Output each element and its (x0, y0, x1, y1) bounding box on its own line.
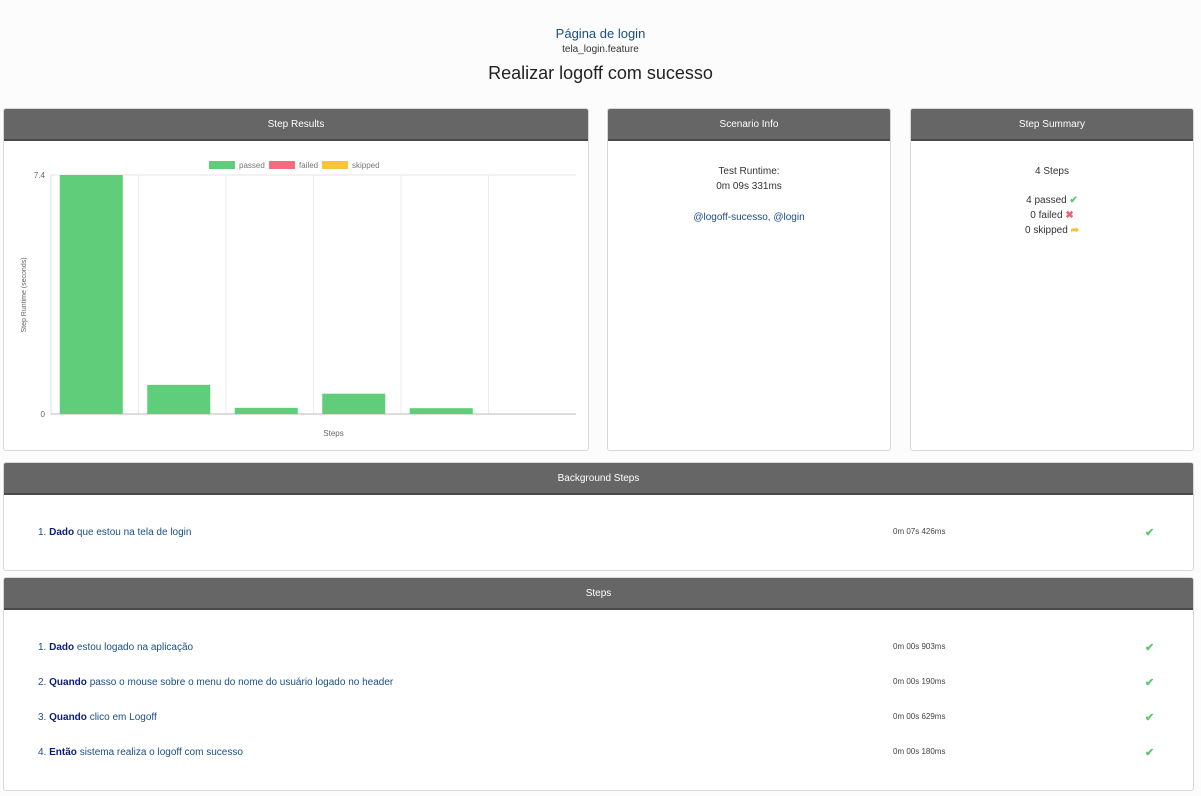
check-icon: ✔ (1145, 747, 1155, 759)
bar-step-5 (409, 408, 473, 414)
step-keyword: Quando (49, 677, 87, 688)
legend-swatch-failed (269, 161, 295, 169)
step-text: clico em Logoff (89, 712, 157, 723)
step-number: 3. (38, 712, 47, 723)
legend-label-failed: failed (299, 161, 318, 170)
step-text: passo o mouse sobre o menu do nome do us… (89, 677, 394, 688)
step-summary-panel: Step Summary 4 Steps 4 passed ✔ 0 failed… (910, 108, 1194, 451)
summary-skipped: 0 skipped (1025, 225, 1068, 236)
step-duration: 0m 00s 629ms (893, 712, 946, 721)
scenario-info-panel: Scenario Info Test Runtime: 0m 09s 331ms… (607, 108, 891, 451)
scenario-info-title: Scenario Info (608, 109, 890, 141)
step-row[interactable]: 2. Quando passo o mouse sobre o menu do … (4, 677, 1193, 693)
step-keyword: Dado (49, 642, 75, 653)
background-steps-title: Background Steps (4, 463, 1193, 495)
step-summary-title: Step Summary (911, 109, 1193, 141)
background-step-row[interactable]: 1. Dado que estou na tela de login 0m 07… (4, 527, 1193, 543)
bar-step-1 (59, 175, 123, 414)
legend-swatch-skipped (322, 161, 348, 169)
bar-step-3 (234, 407, 298, 414)
check-icon: ✔ (1145, 527, 1155, 539)
step-duration: 0m 00s 190ms (893, 677, 946, 686)
step-text: sistema realiza o logoff com sucesso (79, 747, 243, 758)
summary-failed-row: 0 failed ✖ (911, 208, 1193, 223)
steps-title: Steps (4, 578, 1193, 610)
step-row[interactable]: 3. Quando clico em Logoff 0m 00s 629ms ✔ (4, 712, 1193, 728)
step-duration: 0m 07s 426ms (893, 527, 946, 536)
summary-failed: 0 failed (1030, 210, 1063, 221)
forward-arrow-icon: ➦ (1070, 225, 1079, 236)
legend-swatch-passed (209, 161, 235, 169)
legend-label-passed: passed (239, 161, 265, 170)
background-steps-panel: Background Steps 1. Dado que estou na te… (3, 462, 1194, 571)
scenario-tags[interactable]: @logoff-sucesso, @login (608, 210, 890, 225)
x-axis-label: Steps (323, 429, 343, 438)
step-number: 2. (38, 677, 47, 688)
check-icon: ✔ (1069, 195, 1078, 206)
step-keyword: Então (49, 747, 77, 758)
legend-label-skipped: skipped (352, 161, 380, 170)
check-icon: ✔ (1145, 677, 1155, 689)
summary-skipped-row: 0 skipped ➦ (911, 223, 1193, 238)
step-duration: 0m 00s 903ms (893, 642, 946, 651)
y-tick-label: 7.4 (34, 171, 46, 180)
check-icon: ✔ (1145, 712, 1155, 724)
runtime-label: Test Runtime: (718, 166, 780, 177)
step-duration: 0m 00s 180ms (893, 747, 946, 756)
step-results-title: Step Results (4, 109, 588, 141)
summary-passed-row: 4 passed ✔ (911, 193, 1193, 208)
cross-icon: ✖ (1065, 210, 1074, 221)
summary-total: 4 Steps (1035, 166, 1069, 177)
step-number: 1. (38, 642, 47, 653)
scenario-title: Realizar logoff com sucesso (488, 63, 713, 83)
runtime-value: 0m 09s 331ms (716, 181, 782, 192)
y-tick-label: 0 (41, 410, 46, 419)
step-keyword: Quando (49, 712, 87, 723)
y-axis-label: Step Runtime (seconds) (21, 257, 28, 332)
step-row[interactable]: 4. Então sistema realiza o logoff com su… (4, 747, 1193, 763)
step-keyword: Dado (49, 527, 75, 538)
step-results-panel: Step Results passed failed skipped 7.4 0 Step… (3, 108, 589, 451)
step-number: 1. (38, 527, 47, 538)
step-number: 4. (38, 747, 47, 758)
summary-passed: 4 passed (1026, 195, 1067, 206)
step-results-chart[interactable]: passed failed skipped 7.4 0 Steps Step Runtime… (4, 143, 589, 448)
feature-name[interactable]: Página de login (0, 26, 1201, 41)
step-row[interactable]: 1. Dado estou logado na aplicação 0m 00s… (4, 642, 1193, 658)
step-text: que estou na tela de login (76, 527, 192, 538)
steps-panel: Steps 1. Dado estou logado na aplicação … (3, 577, 1194, 791)
step-text: estou logado na aplicação (76, 642, 194, 653)
bar-step-4 (322, 393, 386, 414)
bar-step-2 (147, 384, 211, 414)
check-icon: ✔ (1145, 642, 1155, 654)
feature-file: tela_login.feature (562, 44, 639, 55)
